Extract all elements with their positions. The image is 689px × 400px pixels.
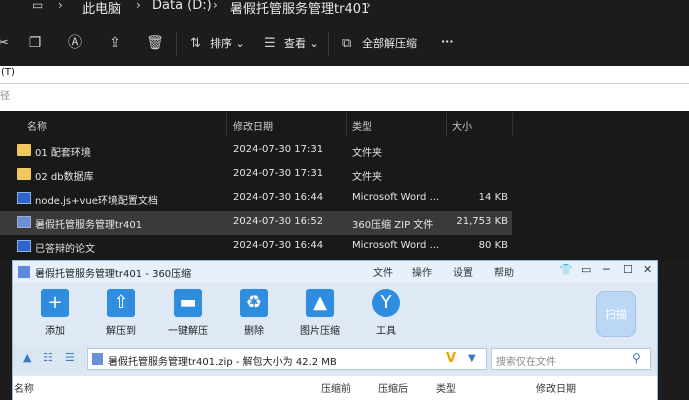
extract-icon: ⧉ (342, 36, 352, 51)
list-item-selected[interactable]: 暑假托管服务管理tr401 2024-07-30 16:52 360压缩 ZIP… (0, 211, 512, 235)
divider (226, 113, 227, 137)
message-icon[interactable]: ▭ (581, 263, 591, 276)
delete-icon[interactable]: 🗑 (146, 34, 164, 52)
zip-title-bar[interactable]: 暑假托管服务管理tr401 - 360压缩 文件 操作 设置 帮助 👕 ▭ ─ … (13, 261, 657, 283)
file-list: 名称 修改日期 类型 大小 01 配套环境 2024-07-30 17:31 文… (0, 111, 689, 261)
delete-button[interactable]: ♻ 删除 (224, 289, 284, 337)
cut-icon[interactable]: ✂ (0, 34, 12, 52)
list-item[interactable]: node.js+vue环境配置文档 2024-07-30 16:44 Micro… (0, 187, 512, 211)
column-date[interactable]: 修改日期 (233, 118, 273, 133)
up-arrow-icon[interactable]: ▲ (23, 351, 31, 364)
extract-to-button[interactable]: ⇧ 解压到 (91, 289, 151, 337)
view-icon: ☰ (264, 36, 276, 51)
zip-menu-file[interactable]: 文件 (373, 264, 393, 279)
command-bar: ✂ ❐ Ⓐ ⇪ 🗑 ⇅ 排序 ⌄ ☰ 查看 ⌄ ⧉ 全部解压缩 ··· (0, 22, 689, 66)
zip-column-type[interactable]: 类型 (436, 380, 456, 395)
copy-icon[interactable]: ❐ (26, 34, 44, 52)
list-view-icon[interactable]: ☰ (65, 351, 75, 364)
divider (328, 32, 329, 56)
image-compress-button[interactable]: ▲ 图片压缩 (290, 289, 350, 337)
one-click-extract-icon: ▬ (174, 289, 202, 317)
chevron-right-icon: › (136, 0, 141, 12)
word-doc-icon (17, 192, 31, 204)
zip-menu-settings[interactable]: 设置 (453, 264, 473, 279)
close-icon[interactable]: ✕ (643, 263, 652, 276)
sort-icon: ⇅ (190, 36, 201, 51)
add-icon: + (41, 289, 69, 317)
tree-view-icon[interactable]: ☷ (43, 351, 53, 364)
recycle-bin-icon: ♻ (240, 289, 268, 317)
zip-column-name[interactable]: 名称 (14, 380, 34, 395)
add-button[interactable]: + 添加 (25, 289, 85, 337)
zip-menu-help[interactable]: 帮助 (494, 264, 514, 279)
view-button[interactable]: ☰ 查看 ⌄ (264, 35, 319, 51)
maximize-icon[interactable]: ☐ (623, 263, 633, 276)
extract-all-button[interactable]: ⧉ 全部解压缩 (342, 35, 417, 51)
divider (346, 113, 347, 137)
scan-button[interactable]: 扫描 (596, 291, 636, 337)
minimize-icon[interactable]: ─ (603, 263, 610, 276)
extract-to-icon: ⇧ (107, 289, 135, 317)
word-doc-icon (17, 240, 31, 252)
zip-column-header: 名称 压缩前 压缩后 类型 修改日期 (13, 376, 657, 400)
column-type[interactable]: 类型 (352, 118, 372, 133)
monitor-icon[interactable]: ▭ (32, 0, 43, 12)
breadcrumb-folder[interactable]: 暑假托管服务管理tr401 (230, 0, 369, 17)
zip-title: 暑假托管服务管理tr401 - 360压缩 (35, 269, 192, 280)
image-compress-icon: ▲ (306, 289, 334, 317)
chevron-right-icon: › (58, 0, 63, 12)
column-size[interactable]: 大小 (452, 118, 472, 133)
rename-icon[interactable]: Ⓐ (66, 34, 84, 52)
breadcrumb-this-pc[interactable]: 此电脑 (82, 0, 121, 17)
skin-icon[interactable]: 👕 (559, 263, 573, 276)
zip-column-after[interactable]: 压缩后 (378, 380, 408, 395)
chevron-right-icon: › (213, 0, 218, 12)
search-icon[interactable]: ⚲ (632, 351, 641, 365)
tools-icon: Y (372, 289, 400, 317)
menu-bar-fragment[interactable]: (T) (0, 66, 689, 83)
list-item[interactable]: 01 配套环境 2024-07-30 17:31 文件夹 (0, 139, 512, 163)
list-item[interactable]: 已答辩的论文 2024-07-30 16:44 Microsoft Word .… (0, 235, 512, 259)
one-click-extract-button[interactable]: ▬ 一键解压 (158, 289, 218, 337)
list-item[interactable]: 02 db数据库 2024-07-30 17:31 文件夹 (0, 163, 512, 187)
zip-window: 暑假托管服务管理tr401 - 360压缩 文件 操作 设置 帮助 👕 ▭ ─ … (12, 260, 658, 400)
chevron-right-icon[interactable]: › (366, 0, 371, 12)
divider (512, 113, 513, 137)
zip-file-icon (92, 353, 103, 365)
sort-button[interactable]: ⇅ 排序 ⌄ (190, 35, 245, 51)
tools-button[interactable]: Y 工具 (356, 289, 416, 337)
path-field[interactable]: 暑假托管服务管理tr401.zip - 解包大小为 42.2 MB V ▼ (87, 348, 487, 370)
path-text: 暑假托管服务管理tr401.zip - 解包大小为 42.2 MB (108, 357, 337, 368)
dropdown-icon[interactable]: ▼ (468, 353, 476, 364)
zip-path-bar: ▲ ☷ ☰ 暑假托管服务管理tr401.zip - 解包大小为 42.2 MB … (13, 346, 657, 372)
more-button[interactable]: ··· (441, 35, 454, 48)
column-name[interactable]: 名称 (27, 118, 47, 133)
zip-app-icon (18, 266, 30, 278)
zip-column-before[interactable]: 压缩前 (321, 380, 351, 395)
address-bar: ▭ › 此电脑 › Data (D:) › 暑假托管服务管理tr401 › (0, 0, 689, 22)
path-fragment: 径 (0, 83, 689, 111)
folder-icon (17, 168, 31, 180)
v-logo-icon[interactable]: V (446, 351, 456, 366)
divider (446, 113, 447, 137)
folder-icon (17, 144, 31, 156)
breadcrumb-drive[interactable]: Data (D:) (152, 0, 212, 13)
zip-menu-operate[interactable]: 操作 (412, 264, 432, 279)
divider (176, 32, 177, 56)
search-input[interactable]: 搜索仅在文件 ⚲ (491, 348, 651, 370)
zip-column-date[interactable]: 修改日期 (536, 380, 576, 395)
share-icon[interactable]: ⇪ (106, 34, 124, 52)
zip-file-icon (17, 216, 31, 228)
